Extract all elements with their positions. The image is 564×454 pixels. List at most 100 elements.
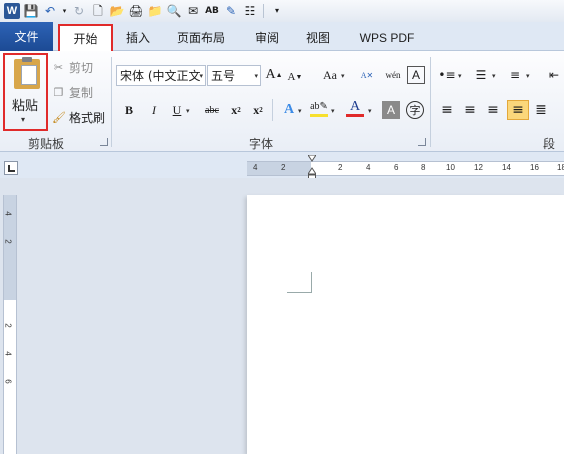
- chevron-down-icon[interactable]: ▾: [331, 107, 335, 115]
- horizontal-ruler[interactable]: 4 2 2 4 6 8 10 12 14 16 18: [247, 161, 564, 176]
- paste-dropdown-icon[interactable]: ▾: [21, 115, 25, 124]
- enclose-characters-button[interactable]: 字: [406, 101, 424, 119]
- font-launcher-icon[interactable]: [418, 138, 426, 146]
- ruler-tick: 6: [3, 379, 13, 384]
- new-document-icon[interactable]: 🗋: [90, 3, 106, 19]
- copy-label: 复制: [69, 85, 94, 100]
- copy-button[interactable]: ❐ 复制: [52, 82, 93, 102]
- spell-check-icon[interactable]: AB: [204, 3, 220, 19]
- tab-home[interactable]: 开始: [58, 24, 113, 51]
- font-size-value: 五号: [211, 69, 236, 83]
- clipboard-launcher-icon[interactable]: [100, 138, 108, 146]
- distributed-align-button[interactable]: ≣: [532, 101, 550, 119]
- align-center-button[interactable]: ≡: [461, 101, 479, 119]
- print-preview-icon[interactable]: 🔍: [166, 3, 182, 19]
- chevron-down-icon[interactable]: ▾: [186, 107, 190, 115]
- change-case-button[interactable]: Aa: [319, 66, 341, 84]
- phonetic-guide-button[interactable]: wén: [382, 66, 404, 84]
- ruler-tick: 14: [502, 163, 511, 172]
- ruler-tick: 12: [474, 163, 483, 172]
- chevron-down-icon[interactable]: ▾: [458, 72, 462, 80]
- justify-button[interactable]: ≡: [507, 100, 529, 120]
- grow-font-button[interactable]: A ▲: [265, 66, 283, 84]
- email-icon[interactable]: ✉: [185, 3, 201, 19]
- ruler-tick: 2: [281, 163, 286, 172]
- document-background-top: [247, 178, 564, 195]
- ruler-tick: 2: [338, 163, 343, 172]
- format-painter-button[interactable]: 🖌 格式刷: [52, 107, 105, 127]
- tab-review[interactable]: 审阅: [246, 25, 288, 50]
- bold-button[interactable]: B: [120, 101, 138, 119]
- subscript-button[interactable]: x2: [227, 101, 245, 119]
- tab-wps-pdf[interactable]: WPS PDF: [348, 25, 426, 50]
- folder-icon[interactable]: 📁: [147, 3, 163, 19]
- font-color-label: A: [349, 98, 361, 114]
- format-painter-label: 格式刷: [69, 110, 106, 125]
- shrink-font-label: A: [287, 71, 296, 83]
- change-case-label: Aa: [323, 67, 337, 82]
- highlight-button[interactable]: ab✎: [310, 99, 328, 117]
- shrink-font-button[interactable]: A ▼: [286, 68, 304, 86]
- font-name-combo[interactable]: 宋体 (中文正文 ▾: [116, 65, 206, 86]
- character-border-button[interactable]: A: [407, 66, 425, 84]
- paste-label: 粘贴: [12, 99, 39, 114]
- cut-button[interactable]: ✂ 剪切: [52, 57, 93, 77]
- ruler-tick: 6: [394, 163, 399, 172]
- undo-icon[interactable]: ↶: [42, 3, 58, 19]
- undo-dropdown-icon[interactable]: ▾: [61, 3, 68, 19]
- edit-icon[interactable]: ✎: [223, 3, 239, 19]
- structure-icon[interactable]: ☷: [242, 3, 258, 19]
- phonetic-label: wén: [385, 70, 401, 80]
- print-icon[interactable]: 🖨: [128, 3, 144, 19]
- clear-format-button[interactable]: A✕: [358, 66, 376, 84]
- text-effects-button[interactable]: A: [280, 101, 298, 119]
- tab-insert[interactable]: 插入: [116, 25, 160, 50]
- divider: [272, 99, 273, 121]
- ruler-tick: 4: [366, 163, 371, 172]
- ruler-tick: 16: [530, 163, 539, 172]
- character-shading-button[interactable]: A: [382, 101, 400, 119]
- tab-view[interactable]: 视图: [298, 25, 338, 50]
- chevron-down-icon[interactable]: ▾: [341, 72, 345, 80]
- margin-corner-mark: [287, 272, 312, 293]
- align-right-button[interactable]: ≡: [484, 101, 502, 119]
- italic-button[interactable]: I: [145, 101, 163, 119]
- font-group-label: 字体: [249, 137, 274, 151]
- grow-font-label: A: [265, 67, 276, 82]
- chevron-down-icon[interactable]: ▾: [298, 107, 302, 115]
- superscript-button[interactable]: x2: [249, 101, 267, 119]
- customize-toolbar-icon[interactable]: ▾: [269, 3, 285, 19]
- char-shading-label: A: [386, 103, 395, 117]
- tab-page-layout[interactable]: 页面布局: [168, 25, 234, 50]
- ruler-tick: 2: [3, 323, 13, 328]
- open-icon[interactable]: 📂: [109, 3, 125, 19]
- decrease-indent-button[interactable]: ⇤: [545, 66, 563, 84]
- save-icon[interactable]: 💾: [23, 3, 39, 19]
- strikethrough-button[interactable]: abc: [200, 101, 224, 119]
- ruler-bar: 4 2 2 4 6 8 10 12 14 16 18: [0, 152, 564, 178]
- chevron-down-icon[interactable]: ▾: [368, 107, 372, 115]
- clipboard-group-label: 剪贴板: [28, 137, 65, 151]
- underline-button[interactable]: U: [168, 101, 186, 119]
- vertical-ruler[interactable]: 4 2 2 4 6: [3, 195, 17, 454]
- document-background: [0, 178, 247, 454]
- chevron-down-icon[interactable]: ▾: [492, 72, 496, 80]
- font-size-combo[interactable]: 五号 ▾: [207, 65, 261, 86]
- tab-file[interactable]: 文件: [0, 22, 53, 51]
- multilevel-list-button[interactable]: ≡: [506, 66, 524, 84]
- paste-button[interactable]: 粘贴 ▾: [3, 53, 48, 131]
- align-left-button[interactable]: ≡: [438, 101, 456, 119]
- bullets-button[interactable]: •≡: [438, 66, 456, 84]
- group-separator: [430, 57, 431, 147]
- numbering-button[interactable]: ☰: [472, 66, 490, 84]
- font-color-button[interactable]: A: [346, 99, 364, 117]
- redo-icon[interactable]: ↻: [71, 3, 87, 19]
- document-page[interactable]: [247, 195, 564, 454]
- chevron-down-icon[interactable]: ▾: [526, 72, 530, 80]
- ruler-tick: 4: [3, 351, 13, 356]
- tab-selector-icon[interactable]: [4, 161, 18, 175]
- font-name-value: 宋体 (中文正文: [120, 69, 201, 83]
- ribbon: 粘贴 ▾ ✂ 剪切 ❐ 复制 🖌 格式刷 剪贴板 宋体 (中文正文 ▾ 五号 ▾…: [0, 51, 564, 168]
- ribbon-tab-bar: 文件 开始 插入 页面布局 审阅 视图 WPS PDF: [0, 22, 564, 51]
- word-logo-icon: W: [4, 3, 20, 19]
